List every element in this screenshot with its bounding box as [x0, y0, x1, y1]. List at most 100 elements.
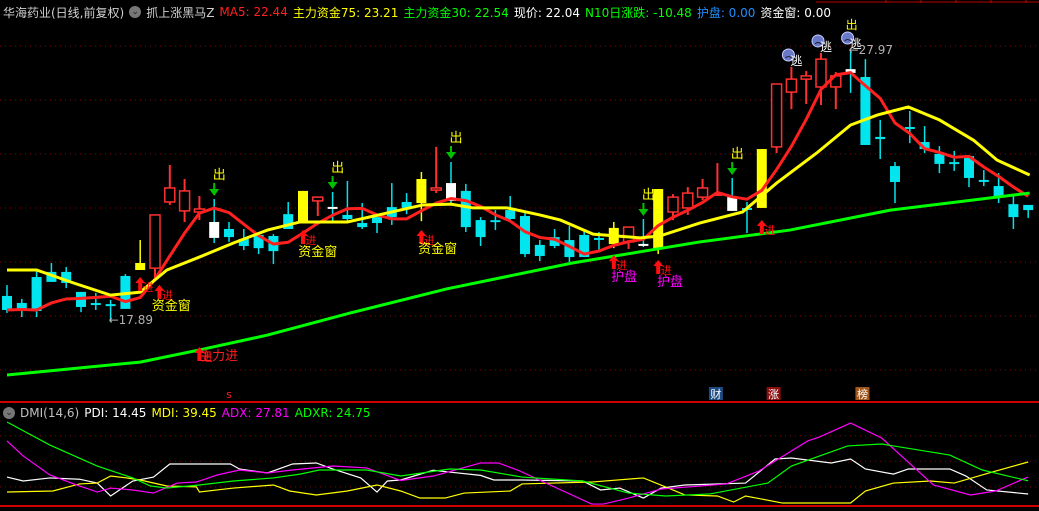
candle-body [357, 223, 368, 228]
legend-adx: ADX: 27.81 [221, 406, 290, 420]
legend-pdi: PDI: 14.45 [84, 406, 147, 420]
sell-signal-label: 出 [213, 168, 226, 183]
main-chart-header: 华海药业(日线,前复权) ⌄ 抓上涨黑马Z MA5: 22.44 主力资金75:… [3, 4, 831, 20]
candle-body [224, 228, 234, 238]
candle-body [993, 186, 1004, 197]
candle-body [312, 196, 324, 202]
sell-signal-label: 出 [846, 18, 858, 32]
candle [224, 221, 234, 242]
candle-body [209, 221, 220, 238]
candle-doji [105, 304, 116, 307]
candle [209, 199, 220, 244]
candle-body [342, 214, 353, 219]
candle [149, 214, 161, 281]
candle [135, 240, 146, 271]
sell-arrow-icon [327, 175, 338, 189]
candle-body [298, 190, 308, 222]
bottom-badge: 榜 [857, 387, 868, 401]
candle [401, 193, 412, 215]
candle [638, 218, 649, 248]
legend-price: 现价: 22.04 [513, 5, 581, 20]
chevron-down-icon[interactable]: ⌄ [129, 6, 142, 18]
candle-body [31, 277, 42, 312]
dmi-line-ADX [6, 422, 1029, 505]
chart-canvas[interactable]: 出出出出出逃逃 逃出进进 进进 进进进进资金窗资金窗 资金窗主力进护盘 护盘←17.89←… [0, 0, 1039, 511]
candle [372, 217, 382, 234]
candle [430, 146, 442, 194]
candle [268, 234, 279, 265]
candle [120, 274, 131, 309]
protect-label: 护盘 [657, 274, 683, 290]
candle-doji [638, 243, 649, 246]
candle-doji [327, 206, 338, 209]
candle-body [430, 187, 442, 191]
candle [696, 179, 709, 201]
candle [1023, 204, 1034, 218]
candle [890, 162, 900, 204]
fund-window-label: 资金窗 [152, 298, 191, 314]
candle [534, 240, 545, 262]
candle-body [534, 244, 545, 256]
sell-arrow-icon [727, 161, 738, 175]
candle-doji [490, 220, 501, 223]
candle-body [800, 75, 812, 80]
candle-body [667, 196, 679, 213]
candle-doji [594, 237, 604, 240]
candle-body [178, 190, 191, 212]
candle-body [1008, 204, 1019, 218]
candle-body [475, 220, 486, 238]
dmi-header: ⌄ DMI(14,6) PDI: 14.45 MDI: 39.45 ADX: 2… [3, 405, 371, 421]
dmi-title[interactable]: DMI(14,6) [20, 406, 79, 420]
entry-label: 进 [764, 224, 775, 237]
candle-body [696, 187, 709, 198]
legend-adxr: ADXR: 24.75 [294, 406, 371, 420]
candle-body [416, 179, 427, 204]
candle-body [164, 187, 176, 203]
indicator-name[interactable]: 抓上涨黑马Z [146, 4, 214, 21]
stock-title: 华海药业(日线,前复权) [3, 5, 125, 20]
candle [800, 71, 812, 104]
candle [164, 164, 176, 205]
candle-body [875, 136, 886, 140]
candle [978, 170, 989, 187]
price-mark-label: ←17.89 [109, 313, 153, 327]
sell-arrow-icon [638, 202, 649, 216]
candle-body [135, 263, 146, 271]
legend-fund30: 主力资金30: 22.54 [403, 5, 509, 20]
escape-signal-label: 逃 [820, 40, 832, 54]
candle [298, 190, 308, 222]
candle-body [785, 78, 798, 93]
candle [770, 83, 783, 154]
fund-window-label: 资金窗 [418, 241, 457, 257]
candle [342, 180, 353, 222]
candle-doji [978, 179, 989, 182]
candle-body [372, 217, 382, 224]
candle-body [890, 166, 900, 182]
sell-signal-label: 出 [449, 131, 462, 146]
main-force-label: 主力进 [199, 349, 238, 364]
legend-fund-window: 资金窗: 0.00 [760, 5, 831, 20]
candle [1008, 194, 1019, 229]
price-mark-label: ←27.97 [849, 43, 893, 57]
candle-doji [904, 127, 915, 129]
bottom-badge: 财 [710, 387, 721, 401]
fund-window-label: 资金窗 [298, 244, 337, 260]
candle-body [727, 197, 738, 211]
candle-body [934, 153, 945, 164]
candle-body [460, 190, 471, 228]
bottom-badge: 涨 [768, 388, 779, 401]
candle-body [520, 216, 530, 255]
candle [875, 119, 886, 160]
sell-signal-label: 出 [731, 147, 744, 162]
sell-signal-label: 出 [331, 161, 344, 176]
candle [90, 292, 101, 310]
candle [860, 59, 871, 146]
legend-n10: N10日涨跌: -10.48 [585, 5, 692, 20]
candle [178, 179, 191, 222]
legend-ma5: MA5: 22.44 [219, 5, 288, 19]
candle [76, 291, 86, 313]
legend-mdi: MDI: 39.45 [151, 406, 217, 420]
candle-body [770, 83, 783, 148]
sell-arrow-icon [446, 146, 456, 160]
chevron-down-icon[interactable]: ⌄ [3, 407, 15, 419]
